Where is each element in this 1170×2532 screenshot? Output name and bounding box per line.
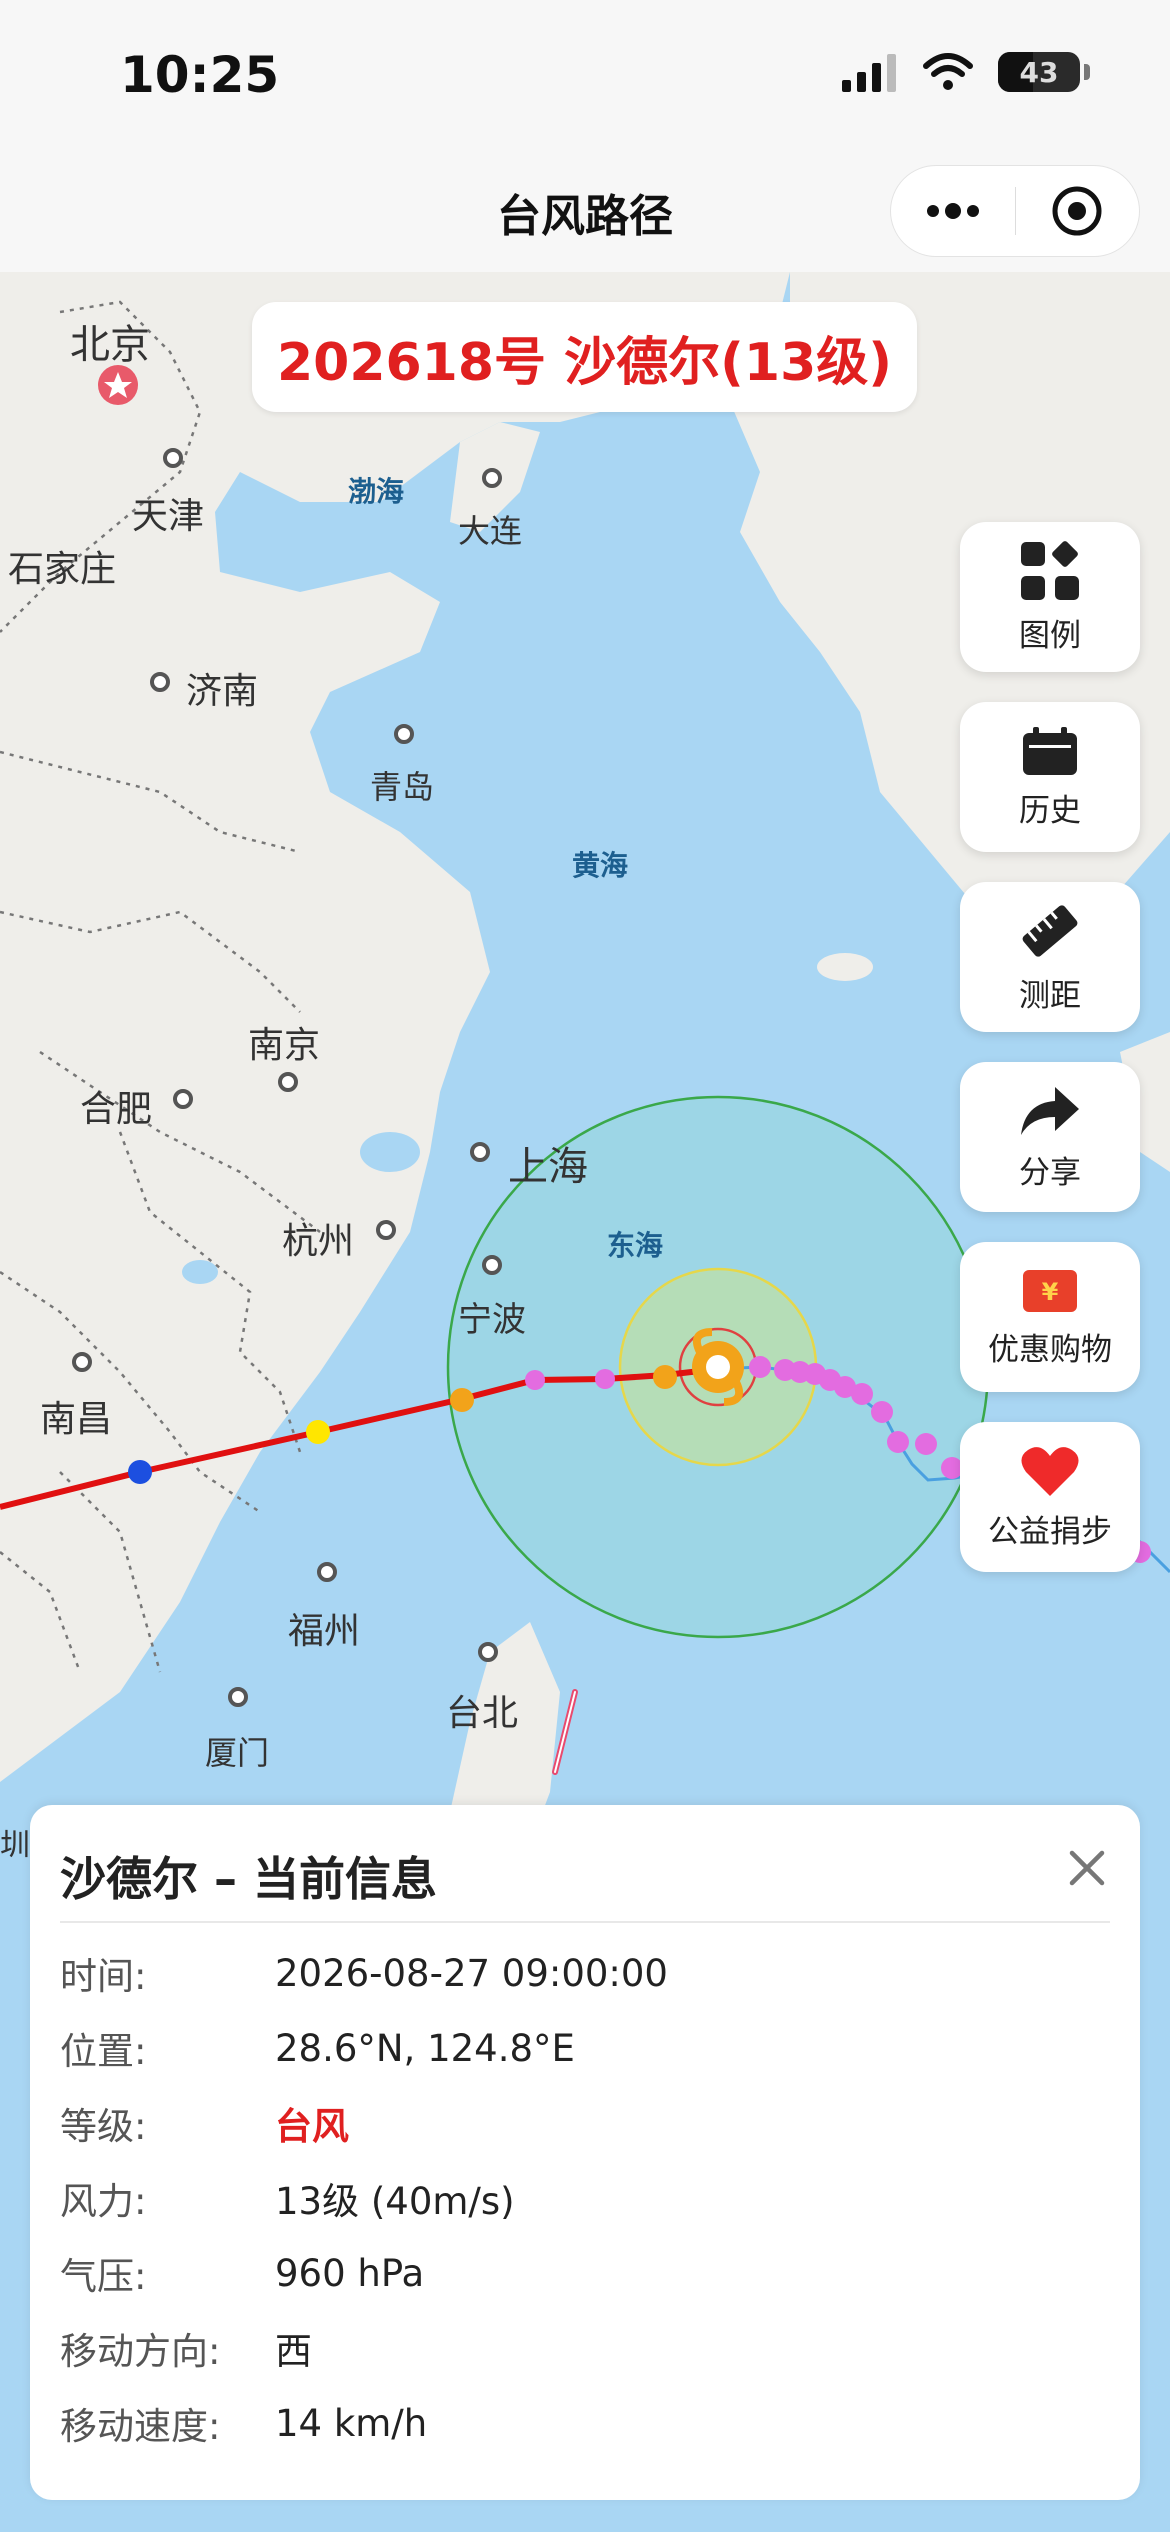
status-time: 10:25 <box>120 46 280 104</box>
city-label-nanjing: 南京 <box>248 1025 321 1066</box>
battery-icon: 43 <box>998 52 1080 92</box>
info-row-direction: 移动方向: 西 <box>60 2318 1110 2378</box>
legend-button[interactable]: 图例 <box>960 522 1140 672</box>
city-label-jinan: 济南 <box>186 671 259 712</box>
sea-label-donghai: 东海 <box>607 1229 664 1262</box>
info-value: 西 <box>275 2330 312 2373</box>
city-label-fuzhou: 福州 <box>288 1611 361 1652</box>
city-label-nanchang: 南昌 <box>40 1399 113 1440</box>
city-label-xiamen: 厦门 <box>205 1734 270 1772</box>
close-program-button[interactable] <box>1016 166 1140 256</box>
signal-icon <box>842 54 896 92</box>
info-row-time: 时间: 2026-08-27 09:00:00 <box>60 1943 1110 2003</box>
info-key: 移动速度: <box>60 2405 221 2448</box>
info-row-pressure: 气压: 960 hPa <box>60 2243 1110 2303</box>
nav-bar: 台风路径 <box>0 150 1170 272</box>
info-value: 2026-08-27 09:00:00 <box>275 1951 668 1995</box>
shopping-button-label: 优惠购物 <box>988 1331 1112 1368</box>
info-value-level: 台风 <box>275 2105 349 2148</box>
donate-steps-button-label: 公益捐步 <box>988 1513 1112 1550</box>
city-label-taibei: 台北 <box>446 1693 519 1734</box>
battery-level: 43 <box>1019 55 1059 89</box>
info-row-position: 位置: 28.6°N, 124.8°E <box>60 2018 1110 2078</box>
info-row-level: 等级: 台风 <box>60 2093 1110 2153</box>
city-label-hefei: 合肥 <box>80 1089 153 1130</box>
measure-button-label: 测距 <box>1019 977 1081 1014</box>
city-label-shijiazhuang: 石家庄 <box>8 549 117 590</box>
info-value: 14 km/h <box>275 2401 428 2445</box>
ruler-icon <box>1022 904 1078 957</box>
wifi-icon <box>923 53 973 90</box>
info-key: 气压: <box>60 2255 147 2298</box>
info-value: 13级 (40m/s) <box>275 2180 515 2223</box>
status-icons: 43 <box>842 52 1090 92</box>
share-icon <box>1021 1086 1079 1135</box>
sea-label-huanghai: 黄海 <box>572 849 629 882</box>
donate-steps-button[interactable]: 公益捐步 <box>960 1422 1140 1572</box>
status-bar: 10:25 43 <box>0 0 1170 150</box>
shopping-button[interactable]: ¥ 优惠购物 <box>960 1242 1140 1392</box>
info-row-speed: 移动速度: 14 km/h <box>60 2393 1110 2453</box>
legend-icon <box>1021 540 1079 600</box>
city-label-hangzhou: 杭州 <box>282 1221 355 1262</box>
info-key: 等级: <box>60 2105 147 2148</box>
sea-label-bohai: 渤海 <box>348 475 405 508</box>
city-label-shanghai: 上海 <box>508 1144 588 1190</box>
close-icon <box>1069 1850 1105 1886</box>
history-button[interactable]: 历史 <box>960 702 1140 852</box>
heart-icon <box>1021 1446 1079 1496</box>
coupon-icon: ¥ <box>1023 1269 1077 1312</box>
info-header: 沙德尔 – 当前信息 <box>60 1805 1110 1923</box>
city-label-ningbo: 宁波 <box>458 1300 526 1340</box>
share-button-label: 分享 <box>1019 1154 1081 1191</box>
city-label-beijing: 北京 <box>70 322 150 368</box>
info-value: 960 hPa <box>275 2251 425 2295</box>
target-icon <box>1052 186 1102 236</box>
info-key: 移动方向: <box>60 2330 221 2373</box>
measure-button[interactable]: 测距 <box>960 882 1140 1032</box>
more-button[interactable] <box>891 166 1015 256</box>
info-key: 时间: <box>60 1955 147 1998</box>
mini-program-capsule <box>890 165 1140 257</box>
battery-tip <box>1084 64 1090 80</box>
info-value: 28.6°N, 124.8°E <box>275 2026 575 2070</box>
city-label-dalian: 大连 <box>458 512 523 550</box>
info-key: 风力: <box>60 2180 147 2223</box>
city-label-qingdao: 青岛 <box>370 768 435 806</box>
info-title: 沙德尔 – 当前信息 <box>60 1852 438 1906</box>
calendar-icon <box>1023 726 1077 775</box>
typhoon-info-panel: 沙德尔 – 当前信息 时间: 2026-08-27 09:00:00 位置: 2… <box>30 1805 1140 2500</box>
close-button[interactable] <box>1064 1845 1110 1891</box>
info-row-wind: 风力: 13级 (40m/s) <box>60 2168 1110 2228</box>
city-label-tianjin: 天津 <box>132 496 205 537</box>
share-button[interactable]: 分享 <box>960 1062 1140 1212</box>
typhoon-title-banner[interactable]: 202618号 沙德尔(13级) <box>252 302 917 412</box>
svg-text:¥: ¥ <box>1042 1278 1059 1306</box>
more-dots-icon <box>926 203 979 219</box>
info-key: 位置: <box>60 2030 147 2073</box>
city-label-shen: 圳 <box>0 1828 30 1863</box>
legend-button-label: 图例 <box>1019 617 1081 654</box>
history-button-label: 历史 <box>1019 792 1081 829</box>
land-jeju <box>817 953 873 981</box>
